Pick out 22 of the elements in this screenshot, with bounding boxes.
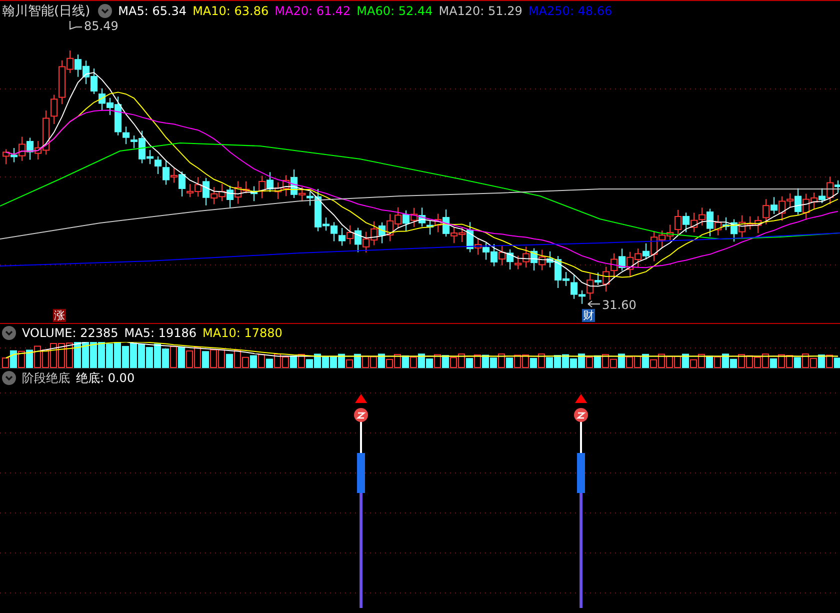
ma-legend-item: MA250: 48.66 bbox=[528, 4, 612, 18]
ma-legend-item: MA60: 52.44 bbox=[356, 4, 433, 18]
ma-legend-item: MA5: 65.34 bbox=[118, 4, 187, 18]
ma-legend-item: MA20: 61.42 bbox=[274, 4, 351, 18]
volume-legend-item: MA5: 19186 bbox=[124, 326, 197, 340]
dropdown-icon[interactable] bbox=[2, 371, 16, 385]
volume-legend-item: VOLUME: 22385 bbox=[22, 326, 118, 340]
ma-legend-item: MA10: 63.86 bbox=[192, 4, 269, 18]
low-price-label: 31.60 bbox=[602, 298, 636, 312]
event-tag: 财 bbox=[582, 309, 595, 322]
dropdown-icon[interactable] bbox=[2, 326, 16, 340]
low-leader-line bbox=[588, 300, 600, 308]
dropdown-icon[interactable] bbox=[98, 4, 112, 18]
high-price-label: 85.49 bbox=[84, 19, 118, 33]
volume-legend-item: MA10: 17880 bbox=[202, 326, 282, 340]
event-tag: 涨 bbox=[53, 309, 66, 322]
stock-name: 翰川智能 bbox=[2, 3, 54, 20]
indicator-legend-item: 绝底: 0.00 bbox=[76, 370, 135, 386]
indicator-name: 阶段绝底 bbox=[22, 370, 70, 386]
high-leader-line bbox=[70, 20, 82, 30]
ma-legend-item: MA120: 51.29 bbox=[438, 4, 522, 18]
period-label: (日线) bbox=[54, 3, 90, 20]
